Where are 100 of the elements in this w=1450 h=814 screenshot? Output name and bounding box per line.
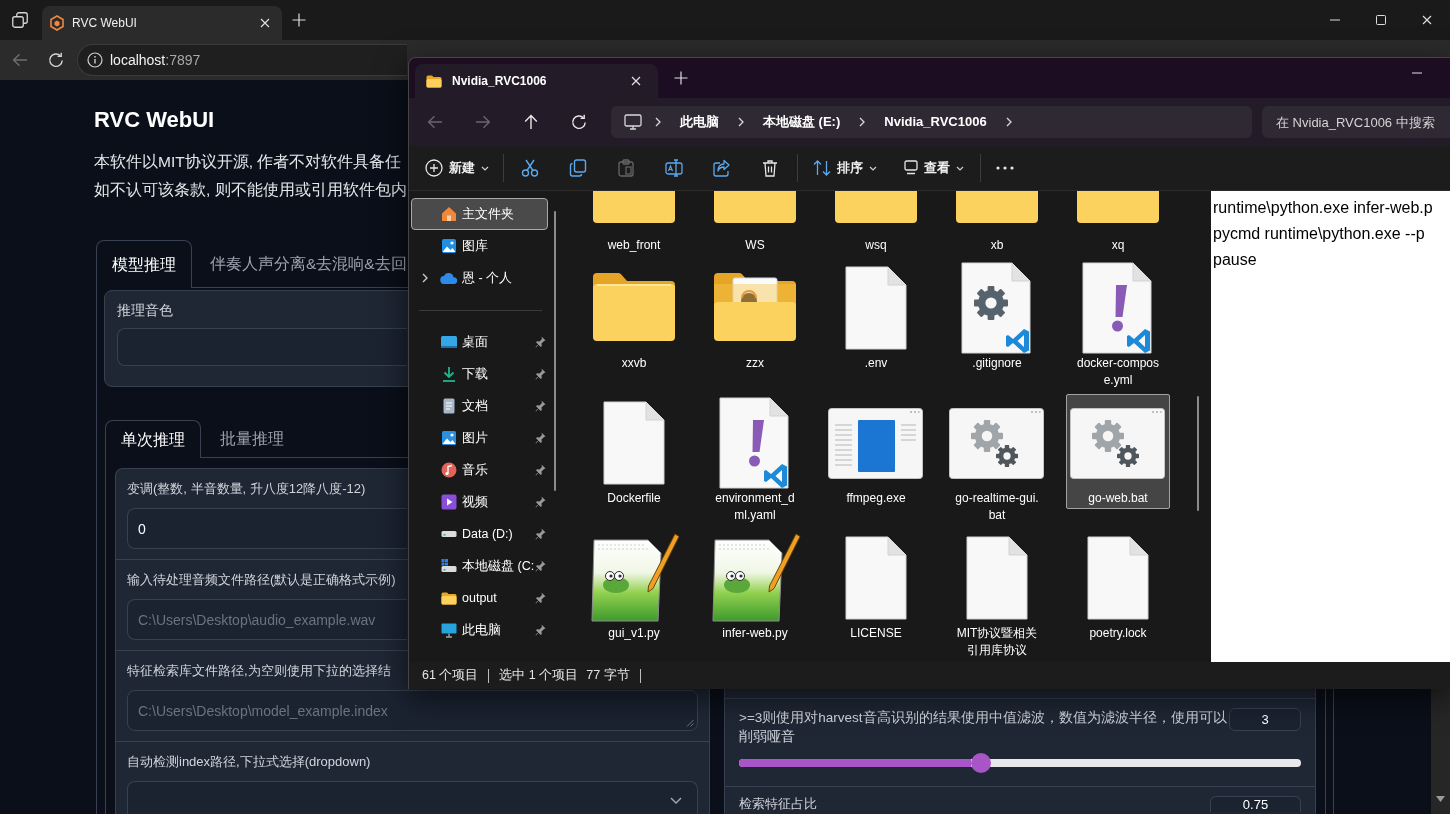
info-icon [87,52,103,68]
file-item[interactable]: gui_v1.py [582,529,686,644]
status-text: 77 字节 [586,667,630,685]
home-icon [441,206,457,222]
field-label: >=3则使用对harvest音高识别的结果使用中值滤波，数值为滤波半径，使用可以削弱哑音 [739,709,1228,746]
dropdown-field[interactable] [127,781,698,814]
text-area[interactable]: C:\Users\Desktop\model_example.index [127,690,698,731]
status-text: 61 个项目 [422,667,479,685]
breadcrumb-item[interactable]: 本地磁盘 (E:) [757,109,847,135]
scrollbar-thumb[interactable] [554,211,556,491]
video-icon [441,494,457,510]
tab[interactable]: 单次推理 [105,420,201,458]
number-field[interactable]: 0.75 [1210,796,1301,812]
file-item[interactable]: ffmpeg.exe [824,394,928,509]
sidebar-item[interactable]: 本地磁盘 (C: [411,550,548,582]
file-item[interactable]: xb [945,191,1049,256]
back-arrow-icon [427,115,443,129]
file-item[interactable]: WS [703,191,807,256]
minimize-icon [1412,72,1422,74]
picture-icon [441,430,457,446]
plus-icon [292,13,306,27]
text-field[interactable]: 0 [127,508,407,549]
file-item[interactable]: .gitignore [945,259,1049,374]
maximize-icon [1376,15,1386,25]
file-item[interactable]: .env [824,259,928,374]
field-label: 变调(整数, 半音数量, 升八度12降八度-12) [127,480,366,498]
folder-icon [426,74,442,88]
file-item[interactable]: wsq [824,191,928,256]
address-bar[interactable]: localhost:7897 [77,44,407,76]
stacked-squares-icon[interactable] [12,12,28,28]
sidebar-item[interactable]: 音乐 [411,454,548,486]
plus-icon [674,71,688,85]
back-arrow-icon [12,53,28,67]
file-item[interactable]: docker-compose.yml [1066,259,1170,391]
file-item[interactable]: zzx [703,259,807,374]
slider-thumb[interactable] [970,753,991,773]
dropdown-field[interactable] [117,328,407,366]
sidebar-item[interactable]: Data (D:) [411,518,548,550]
folder-icon [441,591,457,605]
system-drive-icon [441,559,457,573]
caret-icon [869,165,877,171]
file-item[interactable]: xxvb [582,259,686,374]
scrollbar-thumb[interactable] [1197,396,1199,511]
chevron-right-icon[interactable] [422,273,428,283]
sidebar-item[interactable]: 图片 [411,422,548,454]
file-item[interactable]: xq [1066,191,1170,256]
field-label: 特征检索库文件路径,为空则使用下拉的选择结 [127,662,391,680]
sidebar-item[interactable]: output [411,582,548,614]
reload-icon [48,52,64,68]
breadcrumb-item[interactable]: Nvidia_RVC1006 [878,109,993,135]
number-field[interactable]: 3 [1229,708,1301,731]
chevron-right-icon [859,117,866,127]
file-item[interactable]: web_front [582,191,686,256]
file-item[interactable]: go-realtime-gui.bat [945,394,1049,526]
file-item[interactable]: poetry.lock [1066,529,1170,644]
file-item[interactable]: go-web.bat [1066,394,1170,509]
browser-tab[interactable]: RVC WebUI [42,6,282,40]
sidebar-item[interactable]: 下载 [411,358,548,390]
music-note-icon [441,462,457,478]
text-field[interactable]: C:\Users\Desktop\audio_example.wav [127,599,407,640]
forward-arrow-icon [475,115,491,129]
caret-icon [481,165,489,171]
breadcrumb-item[interactable]: 此电脑 [674,109,725,135]
sidebar-item[interactable]: 视频 [411,486,548,518]
scissors-icon [521,159,539,177]
rename-icon [665,159,683,177]
file-item[interactable]: infer-web.py [703,529,807,644]
sidebar-item[interactable]: 文档 [411,390,548,422]
address-bar[interactable]: 此电脑 本地磁盘 (E:) Nvidia_RVC1006 [611,106,1252,138]
close-icon[interactable] [260,18,270,28]
new-button[interactable]: 新建 [419,150,495,186]
sidebar-item[interactable]: 图库 [411,230,548,262]
copy-icon [569,159,587,177]
file-item[interactable]: LICENSE [824,529,928,644]
caret-icon [956,165,964,171]
chevron-right-icon [1005,117,1012,127]
desktop-icon [441,336,457,348]
sidebar-item[interactable]: 恩 - 个人 [411,262,548,294]
explorer-tab[interactable]: Nvidia_RVC1006 [415,64,658,98]
sort-button[interactable]: 排序 [807,150,883,186]
status-text: 选中 1 个项目 [499,667,579,685]
tab[interactable]: 批量推理 [201,420,303,458]
page-title: RVC WebUI [94,106,215,134]
download-icon [442,366,456,382]
sidebar-item[interactable]: 此电脑 [411,614,548,646]
sidebar-item[interactable]: 桌面 [411,326,548,358]
file-item[interactable]: environment_dml.yaml [703,394,807,526]
search-field[interactable]: 在 Nvidia_RVC1006 中搜索 [1262,106,1450,138]
view-button[interactable]: 查看 [898,150,970,186]
file-item[interactable]: Dockerfile [582,394,686,509]
preview-line: pause [1213,250,1257,270]
chevron-down-icon [670,797,682,804]
close-icon[interactable] [631,76,641,86]
monitor-icon [441,622,457,638]
scrollbar[interactable] [1431,689,1450,814]
file-item[interactable]: MIT协议暨相关引用库协议 [945,529,1049,661]
preview-line: runtime\python.exe infer-web.p [1213,198,1433,218]
sidebar-item[interactable]: 主文件夹 [411,198,548,230]
tab[interactable]: 模型推理 [96,240,192,288]
notice-text: 本软件以MIT协议开源, 作者不对软件具备任 如不认可该条款, 则不能使用或引用软件包内 [94,152,407,200]
